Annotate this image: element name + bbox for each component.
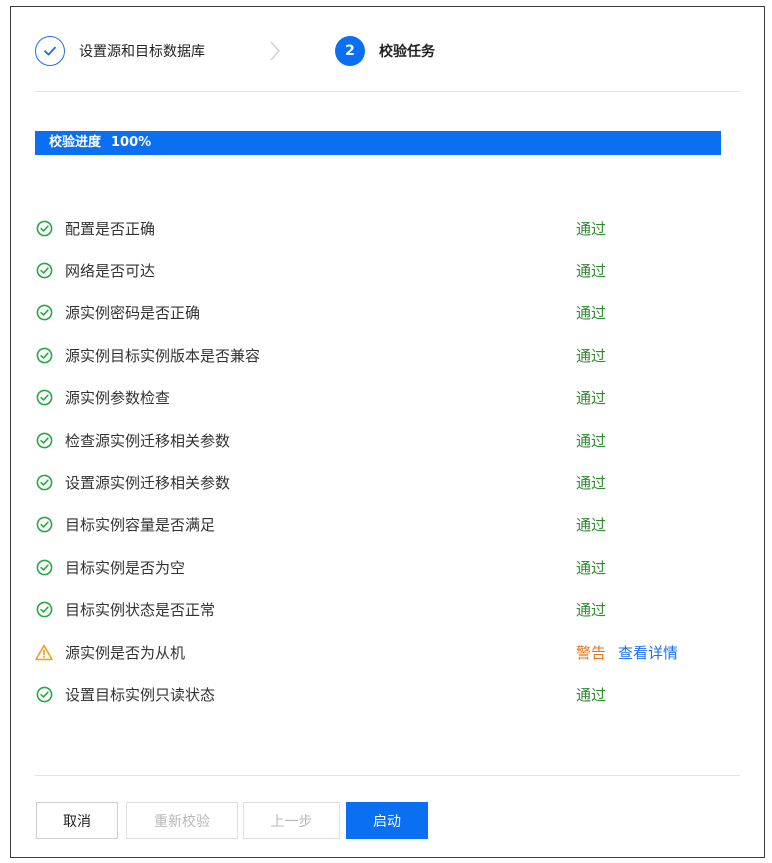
start-button[interactable]: 启动 — [346, 802, 428, 839]
check-row: 配置是否正确 通过 — [35, 207, 740, 249]
check-row: 目标实例容量是否满足 通过 — [35, 504, 740, 546]
check-row: 源实例目标实例版本是否兼容 通过 — [35, 334, 740, 376]
check-circle-icon — [35, 262, 53, 280]
step-2-number: 2 — [335, 36, 365, 66]
check-row: 源实例是否为从机 警告 查看详情 — [35, 631, 740, 673]
check-status: 通过 — [576, 262, 607, 281]
check-circle-icon — [35, 474, 53, 492]
check-status: 通过 — [576, 516, 607, 535]
check-status: 通过 — [576, 558, 607, 577]
check-name: 源实例目标实例版本是否兼容 — [65, 346, 261, 365]
check-row: 网络是否可达 通过 — [35, 249, 740, 291]
view-details-link[interactable]: 查看详情 — [618, 642, 678, 663]
check-row: 设置源实例迁移相关参数 通过 — [35, 461, 740, 503]
check-status: 通过 — [576, 685, 607, 704]
recheck-button[interactable]: 重新校验 — [126, 802, 238, 839]
check-circle-icon — [35, 304, 53, 322]
check-name: 源实例密码是否正确 — [65, 304, 201, 323]
check-status: 通过 — [576, 219, 607, 238]
check-circle-icon — [35, 431, 53, 449]
step-1-done-circle — [35, 36, 65, 66]
divider — [35, 91, 740, 92]
check-status: 通过 — [576, 389, 607, 408]
check-name: 目标实例状态是否正常 — [65, 601, 216, 620]
check-name: 设置目标实例只读状态 — [65, 685, 216, 704]
step-1: 设置源和目标数据库 — [35, 33, 205, 69]
check-name: 目标实例是否为空 — [65, 558, 186, 577]
step-1-label: 设置源和目标数据库 — [79, 44, 205, 60]
check-circle-icon — [35, 558, 53, 576]
progress-label: 校验进度 — [49, 135, 102, 150]
check-row: 源实例参数检查 通过 — [35, 377, 740, 419]
progress-value: 100% — [111, 135, 152, 150]
check-row: 目标实例状态是否正常 通过 — [35, 589, 740, 631]
check-row: 目标实例是否为空 通过 — [35, 546, 740, 588]
check-status: 警告 — [576, 643, 607, 662]
check-icon — [44, 46, 56, 56]
step-indicator: 设置源和目标数据库 2 校验任务 — [35, 33, 740, 69]
check-circle-icon — [35, 346, 53, 364]
previous-step-button[interactable]: 上一步 — [243, 802, 340, 839]
check-status: 通过 — [576, 304, 607, 323]
check-circle-icon — [35, 389, 53, 407]
step-2: 2 校验任务 — [335, 33, 435, 69]
warning-icon — [35, 643, 53, 661]
migration-check-panel: 设置源和目标数据库 2 校验任务 校验进度 100% 配置是否正确 通过 网络是否可达… — [10, 6, 765, 858]
check-name: 源实例参数检查 — [65, 389, 171, 408]
check-circle-icon — [35, 685, 53, 703]
check-list: 配置是否正确 通过 网络是否可达 通过 源实例密码是否正确 通过 源实例目标实例版本是否兼容… — [35, 207, 740, 716]
progress-bar: 校验进度 100% — [35, 131, 721, 155]
check-status: 通过 — [576, 346, 607, 365]
check-name: 源实例是否为从机 — [65, 643, 186, 662]
cancel-button[interactable]: 取消 — [36, 802, 118, 839]
divider — [35, 775, 740, 776]
check-name: 配置是否正确 — [65, 219, 156, 238]
check-status: 通过 — [576, 431, 607, 450]
check-status: 通过 — [576, 474, 607, 493]
chevron-right-icon — [270, 41, 280, 61]
check-circle-icon — [35, 516, 53, 534]
check-name: 设置源实例迁移相关参数 — [65, 474, 231, 493]
check-circle-icon — [35, 219, 53, 237]
check-row: 设置目标实例只读状态 通过 — [35, 673, 740, 715]
check-name: 检查源实例迁移相关参数 — [65, 431, 231, 450]
check-row: 源实例密码是否正确 通过 — [35, 292, 740, 334]
check-circle-icon — [35, 601, 53, 619]
check-row: 检查源实例迁移相关参数 通过 — [35, 419, 740, 461]
progress-text: 校验进度 100% — [49, 131, 161, 155]
check-name: 目标实例容量是否满足 — [65, 516, 216, 535]
check-status: 通过 — [576, 601, 607, 620]
check-name: 网络是否可达 — [65, 262, 156, 281]
step-2-label: 校验任务 — [379, 44, 435, 60]
